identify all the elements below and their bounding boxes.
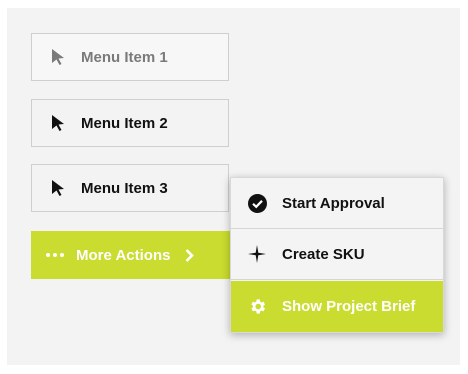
cursor-arrow-icon bbox=[49, 114, 67, 132]
dots-icon bbox=[46, 253, 64, 257]
more-actions-dropdown: Start Approval Create SKU Show Project B… bbox=[230, 177, 444, 333]
menu-item-2-button[interactable]: Menu Item 2 bbox=[31, 99, 229, 147]
menu-item-label: Show Project Brief bbox=[282, 298, 416, 315]
check-circle-icon bbox=[247, 193, 267, 213]
show-project-brief-menu-item[interactable]: Show Project Brief bbox=[231, 281, 443, 332]
cursor-arrow-icon bbox=[49, 48, 67, 66]
more-actions-label: More Actions bbox=[76, 246, 171, 264]
menu-item-label: Menu Item 1 bbox=[81, 48, 168, 66]
menu-item-label: Create SKU bbox=[282, 245, 365, 263]
more-actions-button[interactable]: More Actions bbox=[31, 231, 230, 279]
menu-item-label: Menu Item 2 bbox=[81, 114, 168, 132]
gear-icon bbox=[247, 297, 267, 317]
start-approval-menu-item[interactable]: Start Approval bbox=[231, 178, 443, 229]
menu-item-label: Menu Item 3 bbox=[81, 179, 168, 197]
create-sku-menu-item[interactable]: Create SKU bbox=[231, 229, 443, 280]
menu-item-1-button[interactable]: Menu Item 1 bbox=[31, 33, 229, 81]
menu-item-label: Start Approval bbox=[282, 194, 385, 212]
menu-item-3-button[interactable]: Menu Item 3 bbox=[31, 164, 229, 212]
cursor-arrow-icon bbox=[49, 179, 67, 197]
chevron-right-icon bbox=[185, 248, 195, 262]
sparkle-icon bbox=[247, 244, 267, 264]
